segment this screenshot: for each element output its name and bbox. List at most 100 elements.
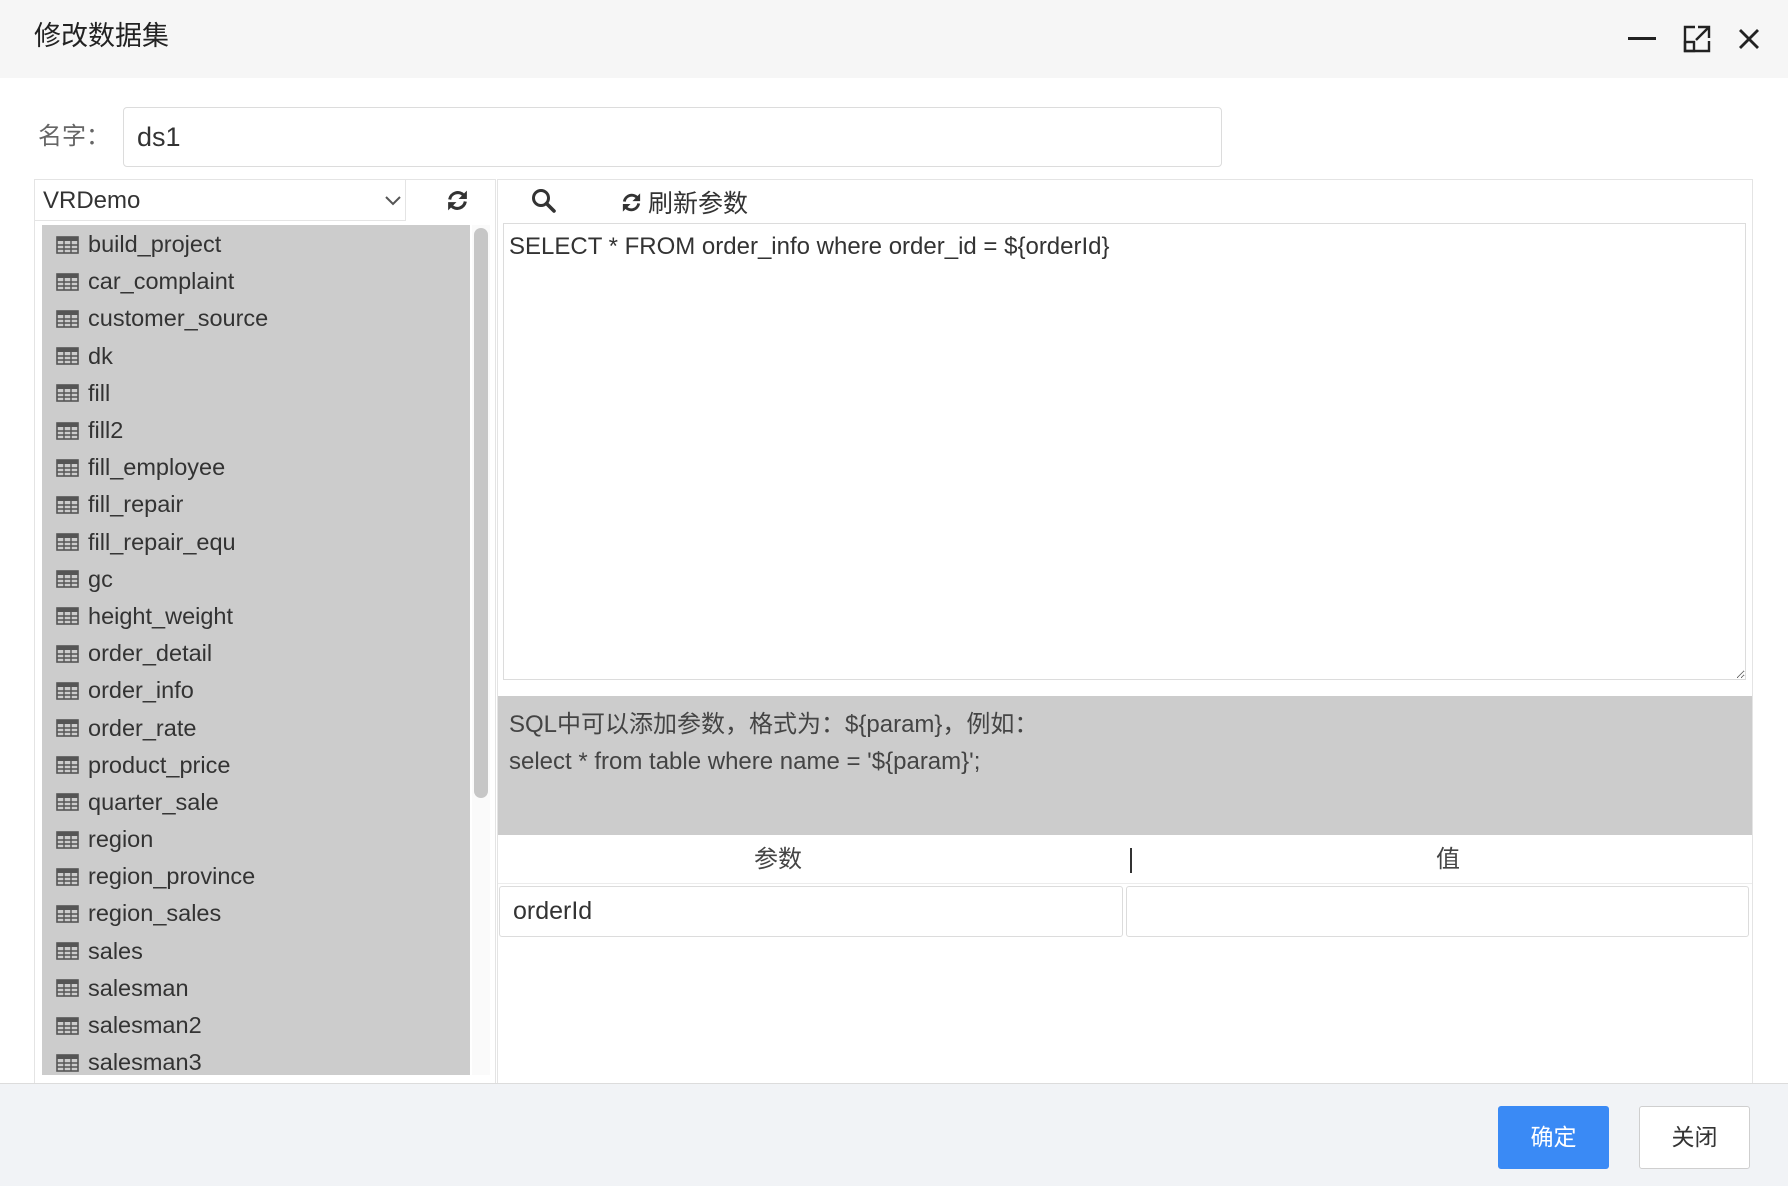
chevron-down-icon[interactable]: [383, 193, 403, 209]
table-icon: [56, 459, 79, 477]
table-list-item[interactable]: fill: [42, 375, 470, 412]
dialog-title: 修改数据集: [34, 0, 169, 78]
datasource-selected-value: VRDemo: [43, 187, 140, 214]
table-icon: [56, 1017, 79, 1035]
table-list-item[interactable]: salesman3: [42, 1044, 470, 1075]
table-icon: [56, 422, 79, 440]
param-name-cell: orderId: [499, 886, 1123, 937]
datasource-select[interactable]: VRDemo: [35, 180, 406, 221]
refresh-params-button[interactable]: 刷新参数: [620, 183, 748, 221]
table-icon: [56, 905, 79, 923]
table-name: salesman: [88, 975, 189, 1002]
table-browser-panel: VRDemo build_project car_complaintcustome…: [34, 179, 496, 1083]
table-name: fill2: [88, 417, 123, 444]
param-value-input[interactable]: [1126, 886, 1749, 937]
table-name: region: [88, 826, 153, 853]
table-list-item[interactable]: region_province: [42, 858, 470, 895]
table-list-item[interactable]: fill_repair_equ: [42, 524, 470, 561]
dialog-header: 修改数据集: [0, 0, 1788, 78]
name-input[interactable]: [123, 107, 1222, 167]
table-list-item[interactable]: fill2: [42, 412, 470, 449]
table-icon: [56, 347, 79, 365]
table-name: fill: [88, 380, 110, 407]
hint-line-1: SQL中可以添加参数，格式为：${param}，例如：: [509, 706, 1741, 743]
table-name: order_detail: [88, 640, 212, 667]
params-table-header: 参数 值: [498, 836, 1752, 884]
table-name: height_weight: [88, 603, 233, 630]
table-list-item[interactable]: fill_repair: [42, 486, 470, 523]
table-icon: [56, 719, 79, 737]
table-list-item[interactable]: region: [42, 821, 470, 858]
table-name: fill_employee: [88, 454, 225, 481]
table-list-item[interactable]: sales: [42, 933, 470, 970]
table-name: salesman2: [88, 1012, 202, 1039]
table-name: quarter_sale: [88, 789, 219, 816]
table-icon: [56, 607, 79, 625]
scrollbar-thumb[interactable]: [474, 228, 488, 798]
table-icon: [56, 1054, 79, 1072]
table-list-item[interactable]: dk: [42, 338, 470, 375]
table-list-item[interactable]: quarter_sale: [42, 784, 470, 821]
table-list-item[interactable]: build_project: [42, 226, 470, 263]
table-list-item[interactable]: salesman2: [42, 1007, 470, 1044]
dialog-footer: 确定 关闭: [0, 1083, 1788, 1186]
param-name-header: 参数: [668, 836, 888, 884]
table-list-item[interactable]: order_detail: [42, 635, 470, 672]
refresh-icon[interactable]: [445, 188, 470, 213]
table-icon: [56, 831, 79, 849]
table-name: order_info: [88, 677, 194, 704]
table-name: gc: [88, 566, 113, 593]
table-icon: [56, 273, 79, 291]
param-value-header: 值: [1338, 836, 1558, 884]
minimize-icon[interactable]: [1628, 37, 1656, 40]
sql-editor[interactable]: SELECT * FROM order_info where order_id …: [503, 223, 1746, 680]
table-icon: [56, 533, 79, 551]
table-icon: [56, 645, 79, 663]
confirm-button[interactable]: 确定: [1498, 1106, 1609, 1169]
table-list-item[interactable]: region_sales: [42, 895, 470, 932]
table-list-item[interactable]: car_complaint: [42, 263, 470, 300]
table-list-item[interactable]: fill_employee: [42, 449, 470, 486]
table-name: product_price: [88, 752, 230, 779]
table-list-item[interactable]: order_rate: [42, 709, 470, 746]
table-name: dk: [88, 343, 113, 370]
table-name: order_rate: [88, 715, 196, 742]
table-list: build_project car_complaint customer_sourc…: [42, 225, 470, 1075]
table-icon: [56, 310, 79, 328]
table-list-item[interactable]: gc: [42, 561, 470, 598]
table-icon: [56, 236, 79, 254]
hint-line-2: select * from table where name = '${para…: [509, 743, 1741, 780]
table-name: fill_repair: [88, 491, 183, 518]
column-resize-handle[interactable]: [1130, 848, 1132, 873]
table-icon: [56, 496, 79, 514]
table-list-scrollbar[interactable]: [472, 225, 490, 1075]
table-icon: [56, 868, 79, 886]
table-icon: [56, 942, 79, 960]
table-name: customer_source: [88, 305, 268, 332]
table-icon: [56, 979, 79, 997]
table-list-item[interactable]: order_info: [42, 672, 470, 709]
refresh-params-label: 刷新参数: [648, 184, 748, 220]
name-label: 名字：: [38, 107, 110, 167]
table-list-item[interactable]: salesman: [42, 970, 470, 1007]
table-icon: [56, 756, 79, 774]
table-icon: [56, 682, 79, 700]
table-list-item[interactable]: height_weight: [42, 598, 470, 635]
table-icon: [56, 793, 79, 811]
table-name: fill_repair_equ: [88, 529, 236, 556]
close-icon[interactable]: [1737, 27, 1761, 51]
search-icon[interactable]: [530, 187, 557, 214]
table-name: sales: [88, 938, 143, 965]
table-name: region_province: [88, 863, 255, 890]
refresh-icon: [620, 191, 643, 214]
close-button[interactable]: 关闭: [1639, 1106, 1750, 1169]
table-list-item[interactable]: product_price: [42, 747, 470, 784]
table-name: build_project: [88, 231, 221, 258]
table-icon: [56, 384, 79, 402]
maximize-icon[interactable]: [1682, 24, 1712, 54]
table-name: car_complaint: [88, 268, 234, 295]
sql-param-hint: SQL中可以添加参数，格式为：${param}，例如： select * fro…: [498, 696, 1752, 835]
sql-editor-panel: 刷新参数 SELECT * FROM order_info where orde…: [497, 179, 1753, 1083]
table-list-item[interactable]: customer_source: [42, 300, 470, 337]
table-icon: [56, 570, 79, 588]
